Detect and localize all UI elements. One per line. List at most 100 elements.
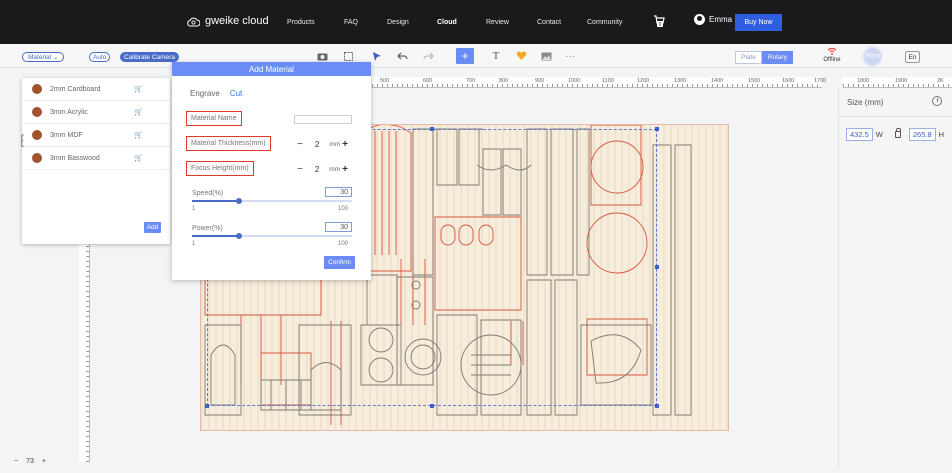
size-label: Size (mm) [847,98,884,107]
nav-link-community[interactable]: Community [587,19,622,26]
resize-handle[interactable] [655,404,659,408]
language-button[interactable]: En [905,51,920,63]
avatar [694,14,705,25]
nav-link-design[interactable]: Design [387,19,409,26]
horizontal-ruler-right: 1800 1900 2K [843,77,952,88]
calibrate-camera-button[interactable]: Calibrate Camera [120,52,179,62]
print-button[interactable]: Print [862,46,883,67]
slider-fill [192,200,239,202]
resize-handle[interactable] [205,404,209,408]
connection-status-label: Offline [823,57,841,63]
camera-icon[interactable] [316,50,328,62]
material-name-input[interactable] [294,115,352,124]
nav-link-faq[interactable]: FAQ [344,19,358,26]
image-icon[interactable] [540,50,552,62]
material-name-label: Material Name [186,111,242,126]
nav-link-contact[interactable]: Contact [537,19,561,26]
shape-icon[interactable] [515,50,527,62]
speed-slider[interactable] [192,198,352,204]
material-color-swatch [32,84,42,94]
cart-icon[interactable]: 🛒 [134,108,143,116]
power-slider[interactable] [192,233,352,239]
brand-logo[interactable]: gweike cloud [187,15,269,27]
slider-knob[interactable] [236,233,242,239]
material-item[interactable]: 3mm Basswood 🛒 [22,147,170,170]
user-menu[interactable]: Emma [694,14,732,25]
material-color-swatch [32,107,42,117]
focus-value[interactable]: 2 [315,165,319,174]
height-unit-label: H [938,130,945,139]
frame-icon[interactable] [342,50,354,62]
increment-button[interactable]: + [342,139,348,150]
power-label: Power(%) [192,225,223,232]
more-icon[interactable]: ··· [564,50,576,62]
material-item[interactable]: 3mm MDF 🛒 [22,124,170,147]
decrement-button[interactable]: − [297,164,303,175]
material-item[interactable]: 2mm Cardboard 🛒 [22,78,170,101]
increment-button[interactable]: + [342,164,348,175]
resize-handle[interactable] [655,265,659,269]
zoom-value: 73 [26,458,34,465]
power-input[interactable]: 30 [325,222,352,232]
material-list-panel: 2mm Cardboard 🛒 3mm Acrylic 🛒 3mm MDF 🛒 … [22,78,170,244]
nav-link-cloud[interactable]: Cloud [437,19,457,26]
history-icon[interactable] [932,96,942,106]
ruler-tick-label: 800 [499,78,509,84]
decrement-button[interactable]: − [297,139,303,150]
slider-knob[interactable] [236,198,242,204]
ruler-tick-label: 1100 [602,78,614,84]
zoom-in-button[interactable]: + [42,458,46,465]
ruler-tick-label: 1600 [782,78,795,84]
ruler-tick-label: 1400 [711,78,724,84]
cart-icon[interactable]: 🛒 [134,85,143,93]
material-dropdown[interactable]: Material ⌄ [22,52,65,62]
mode-rotary-button[interactable]: Rotary [761,51,793,64]
nav-link-products[interactable]: Products [287,19,315,26]
height-input[interactable]: 265.8 [908,128,936,141]
cart-icon[interactable]: 🛒 [134,131,143,139]
cart-icon[interactable]: 🛒 [134,154,143,162]
resize-handle[interactable] [655,127,659,131]
mode-switch: Plate Rotary [735,51,793,64]
confirm-button[interactable]: Confirm [324,256,355,269]
resize-handle[interactable] [430,404,434,408]
material-label: 3mm Basswood [50,154,100,162]
zoom-out-button[interactable]: − [14,458,18,465]
unit-label: mm [329,141,341,148]
material-label: 2mm Cardboard [50,85,101,93]
mode-plate-button[interactable]: Plate [735,51,762,64]
collapse-handle-icon[interactable]: ⁅ [20,132,25,149]
cloud-logo-icon [187,17,200,26]
user-name: Emma [709,15,733,24]
width-input[interactable]: 432.5 [846,128,873,141]
wifi-icon [820,47,844,57]
thickness-value[interactable]: 2 [315,140,319,149]
nav-link-review[interactable]: Review [486,19,509,26]
dialog-title: Add Material [172,62,371,76]
cursor-icon[interactable] [371,50,383,62]
slider-fill [192,235,239,237]
resize-handle[interactable] [430,127,434,131]
lock-icon[interactable] [894,128,901,138]
width-unit-label: W [875,130,883,139]
cart-icon[interactable]: 0 [652,14,666,28]
properties-panel: Size (mm) 432.5 W 265.8 H [838,88,952,468]
redo-icon[interactable] [422,50,434,62]
connection-status[interactable]: Offline [820,47,844,63]
undo-icon[interactable] [396,50,408,62]
auto-button[interactable]: Auto [89,52,111,62]
buy-now-button[interactable]: Buy Now [735,14,782,31]
slider-min: 1 [192,241,196,247]
tab-cut[interactable]: Cut [230,89,242,98]
text-icon[interactable]: T [490,50,502,62]
material-dropdown-label: Material [28,53,52,61]
speed-input[interactable]: 30 [325,187,352,197]
add-icon[interactable]: + [456,48,474,64]
material-item[interactable]: 3mm Acrylic 🛒 [22,101,170,124]
chevron-down-icon: ⌄ [52,54,59,61]
cart-count: 0 [659,22,662,28]
tab-engrave[interactable]: Engrave [190,89,220,98]
add-material-button[interactable]: Add [144,222,161,233]
editor-toolbar: Material ⌄ Auto Calibrate Camera + T ···… [0,44,952,68]
ruler-tick-label: 500 [380,78,390,84]
